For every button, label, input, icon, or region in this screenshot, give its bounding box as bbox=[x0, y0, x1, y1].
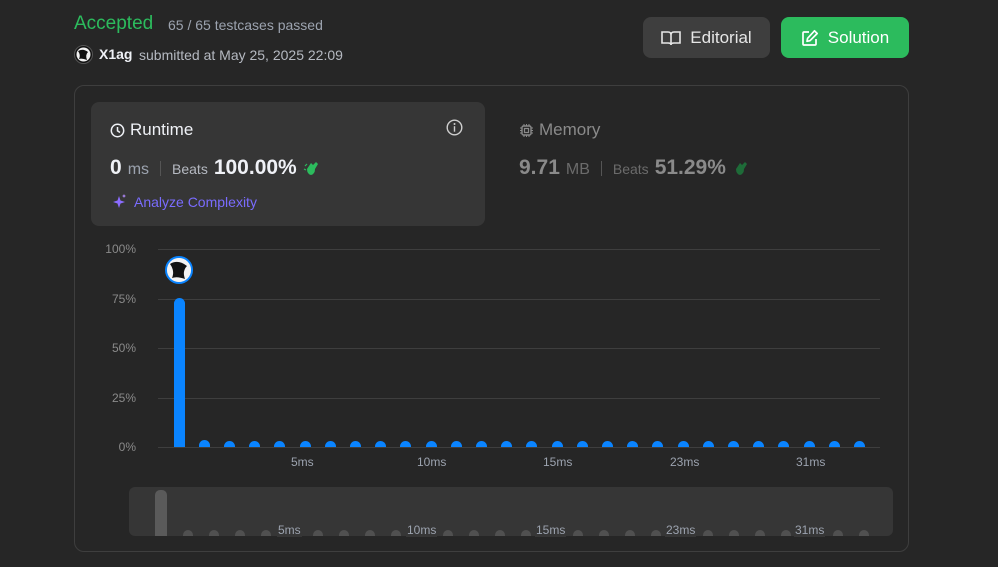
editorial-button[interactable]: Editorial bbox=[643, 17, 770, 58]
solution-label: Solution bbox=[827, 27, 890, 47]
chip-icon bbox=[520, 123, 533, 137]
clap-icon bbox=[303, 162, 318, 175]
status-accepted: Accepted bbox=[74, 13, 154, 34]
divider bbox=[160, 160, 162, 176]
runtime-beats-label: Beats bbox=[172, 161, 208, 177]
info-icon[interactable] bbox=[446, 119, 463, 141]
runtime-title-label: Runtime bbox=[130, 120, 194, 139]
analyze-label: Analyze Complexity bbox=[134, 194, 257, 210]
range-selector[interactable] bbox=[129, 487, 893, 536]
testcases-passed: 65 / 65 testcases passed bbox=[168, 17, 323, 33]
avatar[interactable] bbox=[74, 45, 93, 64]
clock-icon bbox=[110, 123, 125, 137]
book-icon bbox=[661, 30, 682, 45]
memory-unit: MB bbox=[565, 161, 590, 178]
avatar-icon bbox=[76, 47, 91, 62]
analyze-complexity-link[interactable]: Analyze Complexity bbox=[110, 193, 257, 211]
clap-icon bbox=[735, 162, 747, 175]
runtime-beats-pct: 100.00% bbox=[213, 156, 297, 179]
edit-icon bbox=[801, 29, 818, 46]
memory-beats-pct: 51.29% bbox=[654, 156, 726, 179]
memory-stats: 9.71 MB Beats 51.29% bbox=[519, 156, 750, 180]
runtime-title: Runtime bbox=[110, 120, 193, 140]
memory-title-label: Memory bbox=[539, 120, 601, 139]
runtime-value: 0 bbox=[110, 156, 122, 179]
username[interactable]: X1ag bbox=[99, 46, 132, 62]
submitted-time: submitted at May 25, 2025 22:09 bbox=[139, 47, 343, 63]
memory-beats-label: Beats bbox=[612, 161, 649, 177]
editorial-label: Editorial bbox=[690, 27, 752, 47]
runtime-unit: ms bbox=[127, 161, 150, 178]
sparkle-icon bbox=[113, 194, 126, 208]
memory-value: 9.71 bbox=[519, 156, 560, 179]
solution-button[interactable]: Solution bbox=[781, 17, 909, 58]
divider bbox=[600, 160, 602, 176]
runtime-stats: 0 ms Beats 100.00% bbox=[110, 156, 321, 180]
memory-tab[interactable]: Memory bbox=[519, 120, 600, 140]
